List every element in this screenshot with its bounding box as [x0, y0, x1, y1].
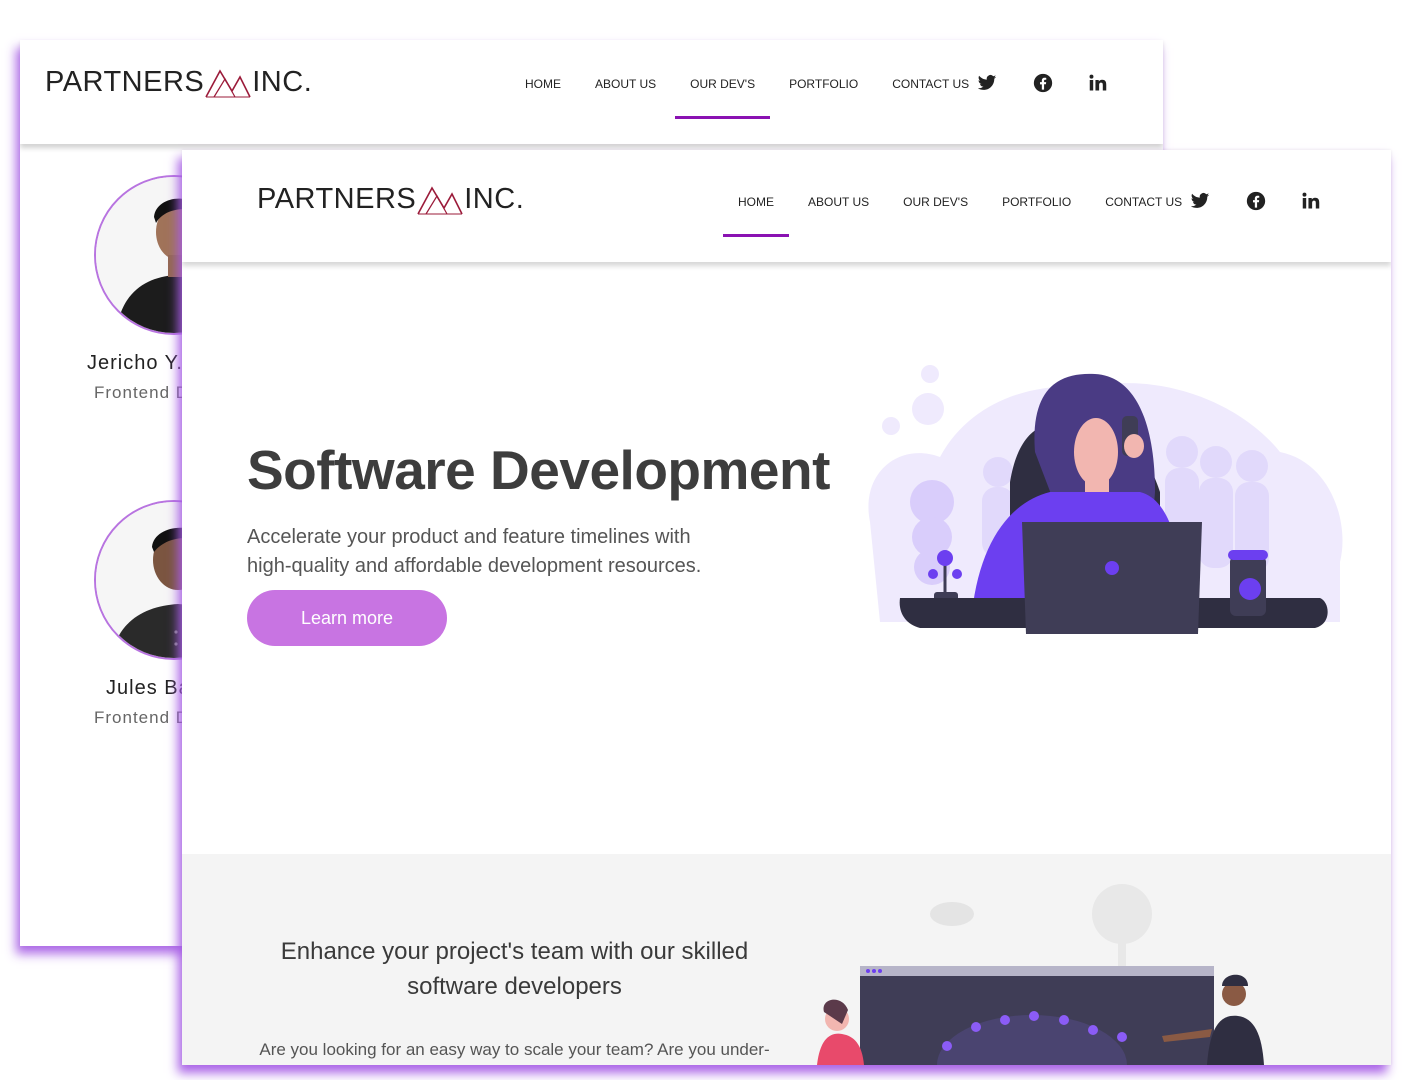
logo-text-right: INC.: [252, 66, 313, 98]
front-navbar: PARTNERS INC. HOME ABOUT US OUR DEV'S PO…: [182, 150, 1391, 262]
linkedin-icon[interactable]: [1302, 192, 1320, 210]
nav-portfolio[interactable]: PORTFOLIO: [789, 77, 858, 91]
logo-text-right: INC.: [464, 183, 525, 215]
back-nav-links: HOME ABOUT US OUR DEV'S PORTFOLIO CONTAC…: [525, 77, 969, 119]
front-logo[interactable]: PARTNERS INC.: [257, 183, 524, 216]
front-window: PARTNERS INC. HOME ABOUT US OUR DEV'S PO…: [182, 150, 1391, 1065]
linkedin-icon[interactable]: [1089, 74, 1107, 92]
developer-name: Jericho Y.: [87, 352, 183, 374]
nav-home[interactable]: HOME: [723, 195, 789, 237]
twitter-icon[interactable]: [977, 73, 997, 93]
hero-subtitle-line: Accelerate your product and feature time…: [247, 526, 691, 548]
team-illustration: [817, 884, 1264, 1065]
nav-contact-us[interactable]: CONTACT US: [1105, 195, 1182, 209]
developer-name: Jules Ba: [106, 677, 191, 699]
twitter-icon[interactable]: [1190, 191, 1210, 211]
hero-illustration: [868, 365, 1343, 634]
nav-contact-us[interactable]: CONTACT US: [892, 77, 969, 91]
logo-text-left: PARTNERS: [257, 183, 417, 215]
nav-our-devs[interactable]: OUR DEV'S: [675, 77, 771, 119]
logo-text-left: PARTNERS: [45, 66, 205, 98]
developer-role: Frontend D: [94, 383, 190, 402]
logo-mountain-icon: [417, 185, 463, 214]
back-social-links: [977, 73, 1107, 93]
learn-more-button[interactable]: Learn more: [247, 590, 447, 646]
logo-mountain-icon: [205, 68, 251, 97]
back-logo[interactable]: PARTNERS INC.: [45, 66, 312, 99]
facebook-icon[interactable]: [1033, 73, 1053, 93]
nav-about-us[interactable]: ABOUT US: [808, 195, 869, 209]
developer-role: Frontend D: [94, 708, 190, 727]
hero-subtitle-line: high-quality and affordable development …: [247, 555, 702, 577]
facebook-icon[interactable]: [1246, 191, 1266, 211]
back-navbar: PARTNERS INC. HOME ABOUT US OUR DEV'S PO…: [20, 40, 1163, 144]
nav-portfolio[interactable]: PORTFOLIO: [1002, 195, 1071, 209]
hero-title: Software Development: [247, 439, 830, 501]
team-section-title-line: Enhance your project's team with our ski…: [280, 938, 749, 965]
team-section: Enhance your project's team with our ski…: [182, 854, 1391, 1065]
nav-about-us[interactable]: ABOUT US: [595, 77, 656, 91]
nav-home[interactable]: HOME: [525, 77, 561, 91]
team-section-text: Are you looking for an easy way to scale…: [259, 1040, 770, 1059]
team-section-title-line: software developers: [407, 973, 622, 1000]
front-social-links: [1190, 191, 1320, 211]
front-nav-links: HOME ABOUT US OUR DEV'S PORTFOLIO CONTAC…: [723, 195, 1182, 237]
hero-subtitle: Accelerate your product and feature time…: [247, 523, 767, 581]
nav-our-devs[interactable]: OUR DEV'S: [903, 195, 968, 209]
team-section-title: Enhance your project's team with our ski…: [242, 934, 787, 1004]
